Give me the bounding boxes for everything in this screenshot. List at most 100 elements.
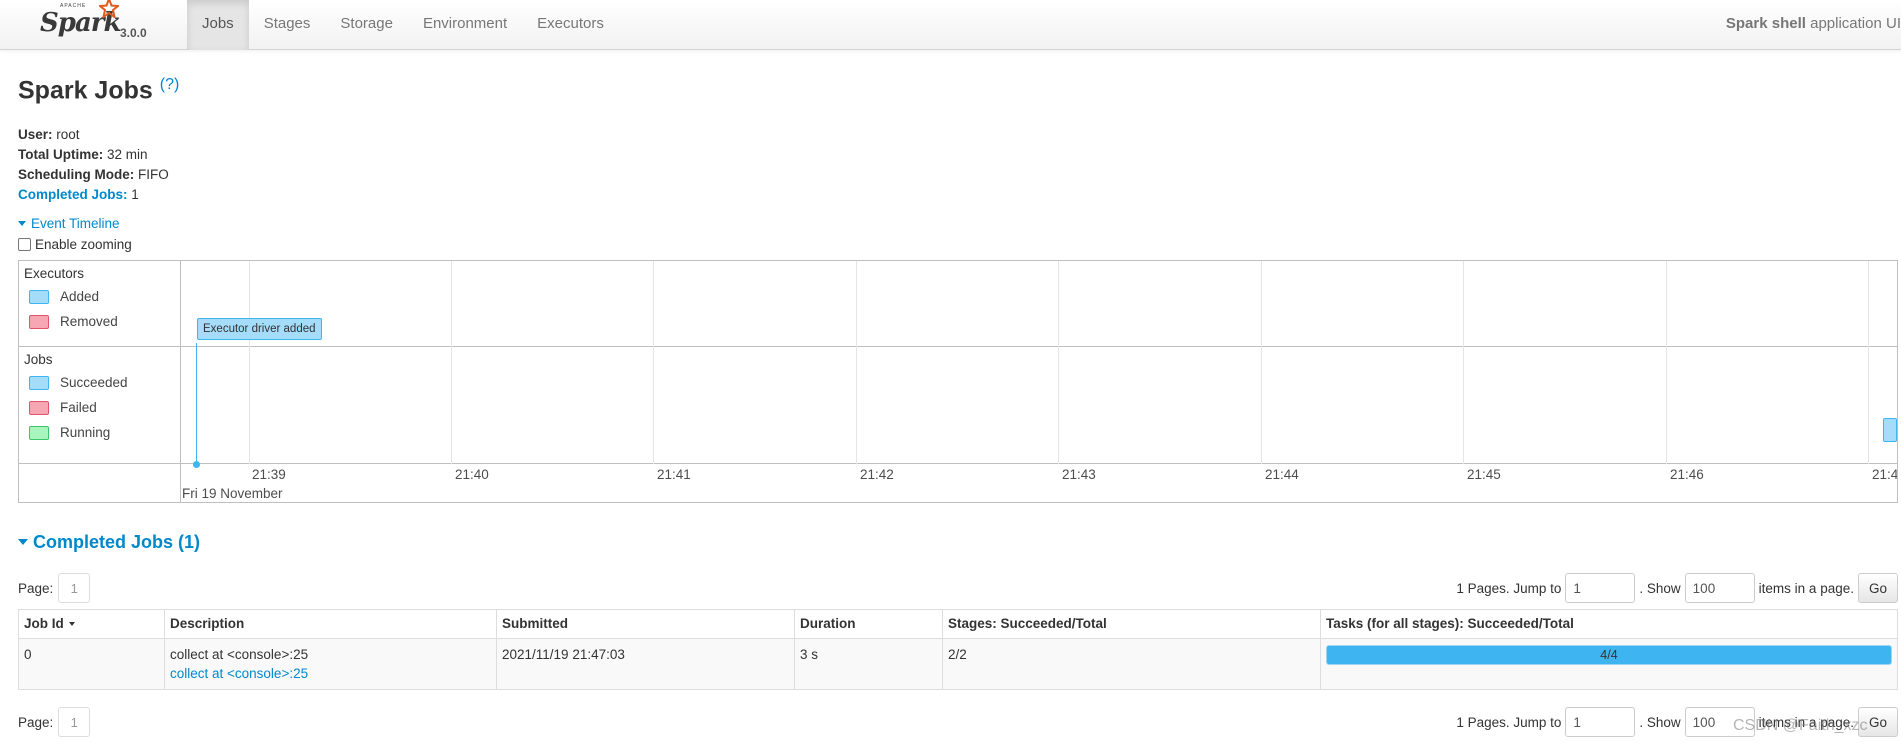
page-title-text: Spark Jobs (18, 76, 153, 105)
completed-jobs-toggle[interactable]: Completed Jobs (1) (18, 532, 200, 553)
cell-description: collect at <console>:25 collect at <cons… (164, 638, 497, 690)
axis-separator (19, 463, 1897, 464)
grid-line (856, 261, 857, 464)
tick-label: 21:4 (1872, 467, 1898, 482)
legend-executor-added: Added (29, 289, 99, 304)
group-separator (19, 346, 1897, 347)
tick-label: 21:42 (860, 467, 894, 482)
completed-jobs-link[interactable]: Completed Jobs: (18, 187, 128, 202)
added-label: Added (60, 289, 100, 304)
col-duration[interactable]: Duration (794, 609, 943, 639)
app-name-bold: Spark shell (1725, 15, 1806, 32)
page-indicator: Page: 1 (18, 707, 91, 737)
go-button[interactable]: Go (1857, 573, 1898, 603)
spark-version: 3.0.0 (120, 26, 147, 40)
grid-line (1463, 261, 1464, 464)
grid-line (653, 261, 654, 464)
tab-executors[interactable]: Executors (522, 0, 619, 50)
uptime-value: 32 min (103, 147, 148, 162)
legend-executor-removed: Removed (29, 314, 118, 329)
spark-logo[interactable]: APACHE Spark 3.0.0 (36, 0, 156, 50)
page-indicator: Page: 1 (18, 573, 91, 603)
pages-text: 1 Pages. Jump to (1456, 714, 1562, 730)
cell-tasks: 4/4 (1320, 638, 1898, 690)
tab-environment[interactable]: Environment (408, 0, 522, 50)
pagination-top: Page: 1 1 Pages. Jump to . Show items in… (18, 567, 1898, 603)
scheduling-value: FIFO (134, 167, 169, 182)
tab-storage[interactable]: Storage (325, 0, 408, 50)
page-title: Spark Jobs (?) (18, 76, 179, 105)
event-dot (193, 461, 200, 468)
nav-tabs: Jobs Stages Storage Environment Executor… (187, 0, 619, 50)
tick-label: 21:40 (455, 467, 489, 482)
tick-label: 21:43 (1062, 467, 1096, 482)
grid-line (1261, 261, 1262, 464)
page-label: Page: (18, 580, 54, 596)
jump-to-page-input[interactable] (1565, 707, 1636, 737)
uptime-label: Total Uptime: (18, 147, 104, 162)
completed-jobs-table: Job Id Description Submitted Duration St… (18, 609, 1898, 690)
timeline-legend-panel: Executors Added Removed Jobs Succeeded F… (19, 261, 181, 502)
running-label: Running (60, 425, 111, 440)
tab-jobs[interactable]: Jobs (187, 0, 249, 50)
executors-group-title: Executors (24, 266, 85, 281)
summary-scheduling: Scheduling Mode: FIFO (18, 165, 169, 185)
help-link[interactable]: (?) (160, 76, 180, 93)
table-row: 0 collect at <console>:25 collect at <co… (18, 638, 1898, 690)
col-tasks[interactable]: Tasks (for all stages): Succeeded/Total (1320, 609, 1898, 639)
legend-job-running: Running (29, 425, 110, 440)
page-button[interactable]: 1 (58, 707, 91, 737)
items-text: items in a page. (1758, 580, 1854, 596)
zoom-checkbox[interactable] (18, 238, 31, 251)
tick-label: 21:44 (1265, 467, 1299, 482)
page-size-input[interactable] (1684, 573, 1755, 603)
event-timeline-toggle[interactable]: Event Timeline (18, 216, 120, 231)
enable-zooming[interactable]: Enable zooming (18, 237, 132, 252)
tab-stages[interactable]: Stages (249, 0, 326, 50)
zoom-label: Enable zooming (35, 237, 132, 252)
user-label: User: (18, 127, 53, 142)
watermark: CSDN @Faith_xzc (1733, 717, 1868, 734)
jump-to-page-input[interactable] (1565, 573, 1636, 603)
completed-jobs-heading: Completed Jobs (1) (33, 532, 201, 552)
page-button[interactable]: 1 (58, 573, 91, 603)
col-submitted[interactable]: Submitted (496, 609, 795, 639)
succeeded-swatch (29, 375, 49, 390)
tick-label: 21:46 (1670, 467, 1704, 482)
col-job-id-label: Job Id (24, 616, 64, 631)
cell-stages: 2/2 (942, 638, 1321, 690)
spark-star-icon (99, 0, 119, 18)
legend-job-succeeded: Succeeded (29, 375, 128, 390)
expand-arrow-icon (18, 220, 26, 226)
executor-added-event[interactable]: Executor driver added (197, 318, 322, 340)
completed-jobs-value: 1 (127, 187, 139, 202)
col-job-id[interactable]: Job Id (18, 609, 165, 639)
removed-label: Removed (60, 314, 118, 329)
user-value: root (52, 127, 80, 142)
tick-label: 21:41 (657, 467, 691, 482)
tick-label: 21:45 (1467, 467, 1501, 482)
tick-label: 21:39 (252, 467, 286, 482)
navbar: APACHE Spark 3.0.0 Jobs Stages Storage E… (0, 0, 1901, 50)
page-controls: 1 Pages. Jump to . Show items in a page.… (1456, 573, 1898, 603)
job-description-link[interactable]: collect at <console>:25 (170, 666, 308, 681)
event-timeline[interactable]: Executors Added Removed Jobs Succeeded F… (18, 260, 1898, 503)
expand-arrow-icon (18, 539, 28, 546)
col-stages[interactable]: Stages: Succeeded/Total (942, 609, 1321, 639)
cell-job-id: 0 (18, 638, 165, 690)
removed-swatch (29, 314, 49, 329)
show-text: . Show (1639, 580, 1681, 596)
grid-line (1868, 261, 1869, 464)
succeeded-label: Succeeded (60, 375, 128, 390)
failed-label: Failed (60, 400, 97, 415)
grid-line (1058, 261, 1059, 464)
pagination-bottom: Page: 1 1 Pages. Jump to . Show items in… (18, 701, 1898, 737)
job-event-box[interactable] (1883, 418, 1897, 442)
summary-user: User: root (18, 125, 169, 145)
show-text: . Show (1639, 714, 1681, 730)
col-description[interactable]: Description (164, 609, 497, 639)
pages-text: 1 Pages. Jump to (1456, 580, 1562, 596)
cell-submitted: 2021/11/19 21:47:03 (496, 638, 795, 690)
event-connector-line (196, 343, 197, 464)
failed-swatch (29, 400, 49, 415)
